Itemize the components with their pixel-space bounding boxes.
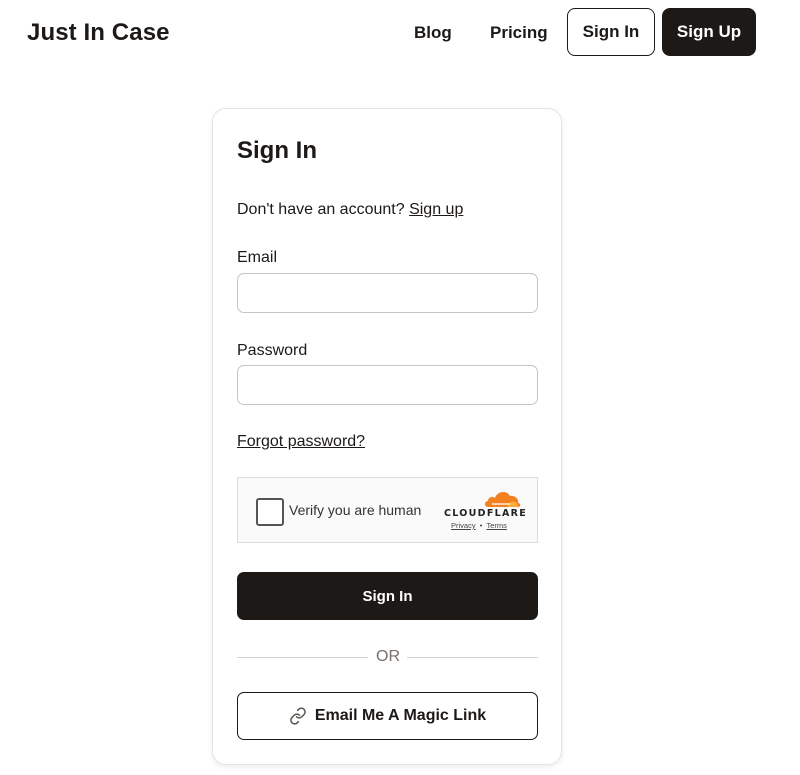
no-account-prompt: Don't have an account? Sign up bbox=[237, 201, 463, 219]
magic-link-label: Email Me A Magic Link bbox=[314, 707, 487, 724]
header-sign-up-button[interactable]: Sign Up bbox=[662, 8, 756, 56]
captcha-terms-link[interactable]: Terms bbox=[486, 521, 506, 530]
captcha-links: Privacy • Terms bbox=[451, 521, 507, 530]
captcha-checkbox[interactable] bbox=[256, 498, 284, 526]
brand-logo[interactable]: Just In Case bbox=[27, 19, 170, 47]
captcha-separator: • bbox=[479, 521, 483, 530]
magic-link-button[interactable]: Email Me A Magic Link bbox=[237, 692, 538, 740]
cloudflare-logo: CLOUDFLARE Privacy • Terms bbox=[444, 488, 528, 538]
password-label: Password bbox=[237, 342, 308, 359]
captcha-privacy-link[interactable]: Privacy bbox=[451, 521, 476, 530]
captcha-text: Verify you are human bbox=[289, 502, 422, 518]
divider-text: OR bbox=[376, 648, 400, 665]
link-icon bbox=[289, 707, 307, 725]
site-header: Just In Case Blog Pricing Sign In Sign U… bbox=[0, 0, 800, 66]
or-divider: OR bbox=[237, 647, 538, 667]
divider-line-right bbox=[407, 657, 538, 658]
no-account-text: Don't have an account? bbox=[237, 201, 405, 218]
card-title: Sign In bbox=[237, 137, 317, 164]
cloudflare-cloud-icon bbox=[485, 492, 521, 507]
divider-line-left bbox=[237, 657, 368, 658]
sign-in-card: Sign In Don't have an account? Sign up E… bbox=[212, 108, 562, 765]
nav-pricing-link[interactable]: Pricing bbox=[490, 23, 548, 43]
sign-in-submit-button[interactable]: Sign In bbox=[237, 572, 538, 620]
nav-blog-link[interactable]: Blog bbox=[414, 23, 452, 43]
forgot-password-link[interactable]: Forgot password? bbox=[237, 433, 365, 451]
email-field[interactable] bbox=[237, 273, 538, 313]
password-field[interactable] bbox=[237, 365, 538, 405]
header-sign-in-button[interactable]: Sign In bbox=[567, 8, 655, 56]
captcha-widget: Verify you are human CLOUDFLARE Privacy … bbox=[237, 477, 538, 543]
sign-up-link[interactable]: Sign up bbox=[409, 201, 463, 218]
cloudflare-wordmark: CLOUDFLARE bbox=[444, 508, 528, 519]
email-label: Email bbox=[237, 249, 278, 266]
